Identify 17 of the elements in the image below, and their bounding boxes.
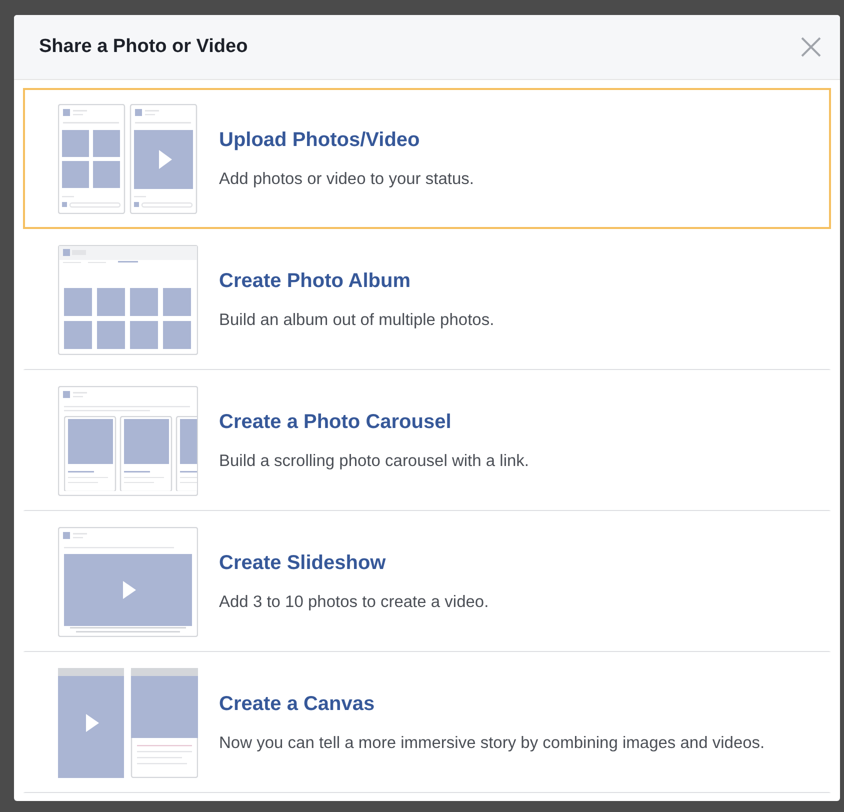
option-description: Build an album out of multiple photos. [219,310,494,332]
option-description: Build a scrolling photo carousel with a link. [219,451,529,472]
option-row[interactable]: Create a Photo Carousel Build a scrolling photo carousel with a link. [23,370,831,511]
close-icon [800,36,822,58]
option-title: Create a Canvas [219,692,376,718]
option-title: Create Slideshow [219,551,387,576]
option-description: Now you can tell a more immersive story by combining images and videos. [219,733,765,754]
option-title: Create Photo Album [219,269,412,294]
dialog-title: Share a Photo or Video [39,34,248,59]
option-row[interactable]: Create Slideshow Add 3 to 10 photos to create a video. [23,511,831,652]
option-description: Add photos or video to your status. [219,168,474,190]
option-description: Add 3 to 10 photos to create a video. [219,592,489,614]
option-row[interactable]: Create Photo Album Build an album out of multiple photos. [23,229,831,370]
option-title: Upload Photos/Video [219,128,421,153]
option-row[interactable]: Create a Canvas Now you can tell a more immersive story by combining images and videos. [23,652,831,793]
option-title: Create a Photo Carousel [219,410,452,436]
option-row[interactable]: Upload Photos/Video Add photos or video to your status. [23,88,831,229]
